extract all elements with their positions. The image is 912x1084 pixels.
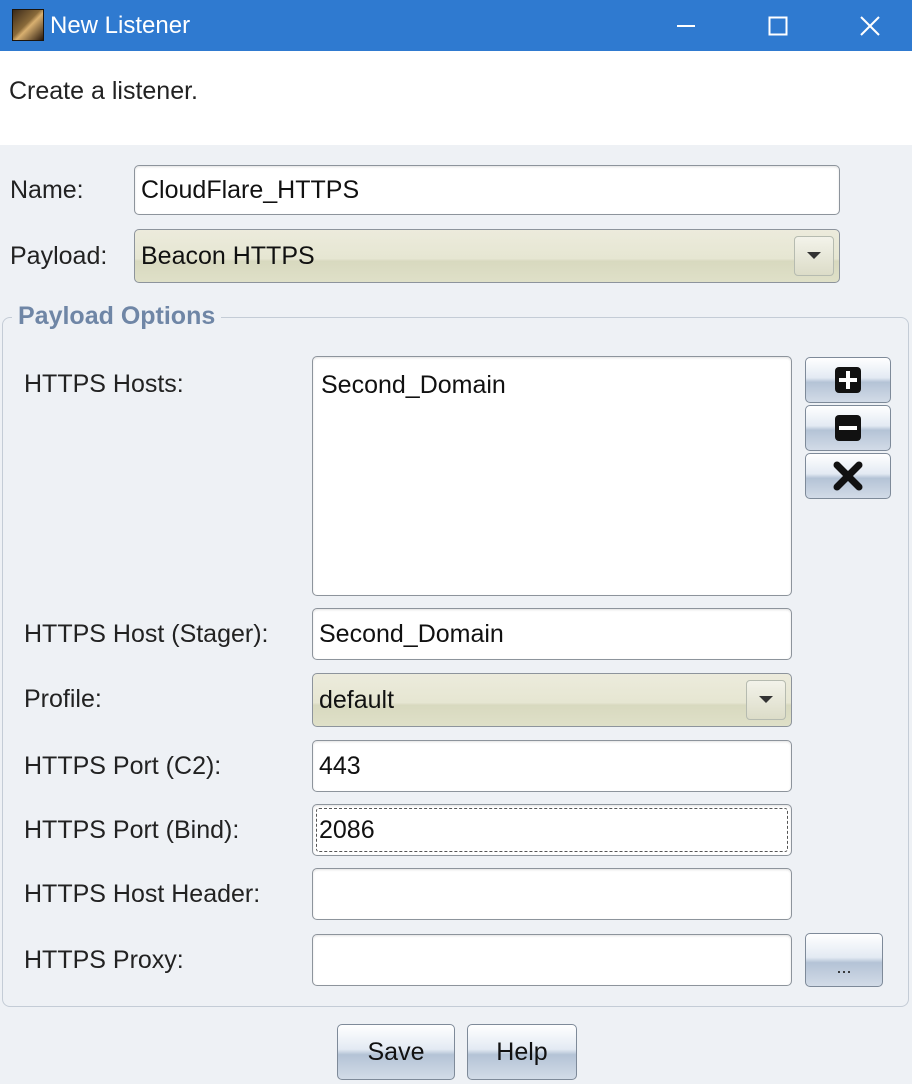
name-input-value: CloudFlare_HTTPS [141,175,360,204]
close-icon [860,15,880,36]
port-c2-value: 443 [319,751,361,780]
save-button-label: Save [367,1037,425,1066]
app-icon [12,9,44,41]
proxy-button-label: ... [836,957,852,977]
payload-options-title: Payload Options [12,302,222,331]
maximize-icon [768,16,788,35]
clear-hosts-button[interactable] [805,453,891,499]
port-c2-input[interactable]: 443 [312,740,792,792]
https-hosts-list[interactable]: Second_Domain [312,356,792,596]
window-title: New Listener [50,12,191,39]
minimize-button[interactable] [640,0,732,51]
focus-ring [316,808,788,852]
stager-host-value: Second_Domain [319,619,504,648]
description-banner: Create a listener. [0,51,912,145]
proxy-config-button[interactable]: ... [805,933,883,987]
payload-label: Payload: [10,242,108,270]
list-item[interactable]: Second_Domain [321,371,506,400]
remove-host-button[interactable] [805,405,891,451]
host-header-input[interactable] [312,868,792,920]
help-button-label: Help [496,1037,548,1066]
plus-icon [835,367,861,393]
minus-icon [835,415,861,441]
profile-select-value: default [319,685,395,714]
proxy-input[interactable] [312,934,792,986]
name-input[interactable]: CloudFlare_HTTPS [134,165,840,215]
proxy-label: HTTPS Proxy: [24,946,184,974]
profile-select[interactable]: default [312,673,792,727]
port-bind-input[interactable]: 2086 [312,804,792,856]
payload-select-value: Beacon HTTPS [141,241,315,270]
port-bind-label: HTTPS Port (Bind): [24,816,240,844]
profile-dropdown-button[interactable] [746,680,786,720]
chevron-down-icon [807,252,821,259]
port-c2-label: HTTPS Port (C2): [24,752,222,780]
name-label: Name: [10,176,84,204]
port-bind-value: 2086 [319,815,375,844]
payload-select[interactable]: Beacon HTTPS [134,229,840,283]
remove-x-icon [833,461,863,491]
maximize-button[interactable] [732,0,824,51]
chevron-down-icon [759,696,773,703]
stager-host-label: HTTPS Host (Stager): [24,620,269,648]
profile-label: Profile: [24,685,102,713]
stager-host-input[interactable]: Second_Domain [312,608,792,660]
minimize-icon [677,24,695,27]
banner-text: Create a listener. [9,77,198,105]
add-host-button[interactable] [805,357,891,403]
title-bar: New Listener [0,0,912,51]
https-hosts-label: HTTPS Hosts: [24,370,184,398]
host-header-label: HTTPS Host Header: [24,880,261,908]
payload-dropdown-button[interactable] [794,236,834,276]
save-button[interactable]: Save [337,1024,455,1080]
close-button[interactable] [824,0,912,51]
help-button[interactable]: Help [467,1024,577,1080]
